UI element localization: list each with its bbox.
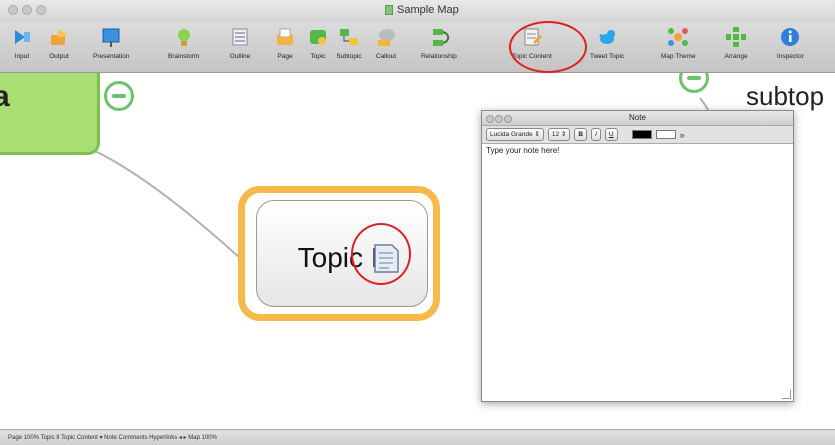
outline-icon	[227, 24, 253, 50]
toolbar-item-label: Outline	[229, 53, 251, 60]
note-panel: Note Lucida Grande ⇕ 12 ⇕ B I U » Type y…	[481, 110, 794, 402]
map-theme-icon	[665, 24, 691, 50]
note-text-area[interactable]: Type your note here!	[482, 144, 793, 157]
underline-button[interactable]: U	[604, 128, 618, 141]
document-icon	[385, 5, 393, 15]
toolbar-tweet-topic-button[interactable]: Tweet Topic	[590, 24, 624, 60]
toolbar-item-label: Output	[49, 53, 69, 60]
main-toolbar: Input Output Presentation Brainstorm Out…	[0, 22, 835, 73]
highlight-color-swatch[interactable]	[655, 130, 676, 139]
output-icon	[46, 24, 72, 50]
note-zoom-button[interactable]	[504, 115, 512, 123]
relationship-icon	[426, 24, 452, 50]
topic-icon	[305, 24, 331, 50]
status-bar: Page 100% Topic II Topic Content ▾ Note …	[0, 429, 835, 445]
toolbar-arrange-button[interactable]: Arrange	[723, 24, 749, 60]
toolbar-item-label: Tweet Topic	[590, 53, 625, 60]
toolbar-map-theme-button[interactable]: Map Theme	[661, 24, 696, 60]
toolbar-brainstorm-button[interactable]: Brainstorm	[168, 24, 199, 60]
toolbar-callout-button[interactable]: Callout	[373, 24, 399, 60]
twitter-bird-icon	[594, 24, 620, 50]
brainstorm-icon	[171, 24, 197, 50]
page-icon	[272, 24, 298, 50]
close-window-button[interactable]	[8, 5, 18, 15]
font-family-select[interactable]: Lucida Grande ⇕	[486, 128, 544, 141]
toolbar-input-button[interactable]: Input	[9, 24, 35, 60]
toolbar-item-label: Topic	[310, 53, 326, 60]
toolbar-item-label: Brainstorm	[168, 53, 200, 60]
toolbar-presentation-button[interactable]: Presentation	[93, 24, 130, 60]
toolbar-item-label: Input	[14, 53, 30, 60]
central-topic-label: lea	[0, 80, 10, 113]
toolbar-item-label: Callout	[375, 53, 397, 60]
map-canvas[interactable]: lea subtop Topic II Note Lucida Grande ⇕…	[0, 73, 835, 429]
bold-button[interactable]: B	[574, 128, 588, 141]
toolbar-relationship-button[interactable]: Relationship	[421, 24, 457, 60]
toolbar-subtopic-button[interactable]: Subtopic	[336, 24, 362, 60]
italic-button[interactable]: I	[591, 128, 601, 141]
toolbar-item-label: Presentation	[93, 53, 130, 60]
highlight-circle-note-icon	[351, 223, 411, 285]
note-title: Note	[629, 113, 646, 122]
toolbar-output-button[interactable]: Output	[46, 24, 72, 60]
central-topic[interactable]: lea	[0, 73, 100, 155]
note-format-toolbar: Lucida Grande ⇕ 12 ⇕ B I U »	[482, 126, 793, 144]
window-title: Sample Map	[385, 4, 459, 16]
zoom-window-button[interactable]	[36, 5, 46, 15]
window-title-text: Sample Map	[397, 4, 459, 16]
note-minimize-button[interactable]	[495, 115, 503, 123]
arrange-icon	[723, 24, 749, 50]
toolbar-item-label: Subtopic	[336, 53, 362, 60]
font-family-value: Lucida Grande	[490, 131, 533, 138]
note-placeholder: Type your note here!	[486, 146, 560, 155]
font-size-select[interactable]: 12 ⇕	[547, 128, 571, 141]
presentation-icon	[98, 24, 124, 50]
collapse-toggle[interactable]	[104, 81, 134, 111]
subtopic-icon	[336, 24, 362, 50]
more-options-chevron-icon[interactable]: »	[680, 130, 685, 140]
minimize-window-button[interactable]	[22, 5, 32, 15]
info-icon	[777, 24, 803, 50]
toolbar-outline-button[interactable]: Outline	[227, 24, 253, 60]
highlight-circle-topic-content	[509, 21, 587, 73]
callout-icon	[373, 24, 399, 50]
status-text: Page 100% Topic II Topic Content ▾ Note …	[8, 435, 217, 441]
toolbar-page-button[interactable]: Page	[272, 24, 298, 60]
resize-handle[interactable]	[782, 390, 791, 399]
font-size-value: 12	[551, 131, 560, 138]
toolbar-item-label: Page	[277, 53, 293, 60]
text-color-swatch[interactable]	[631, 130, 652, 139]
input-icon	[9, 24, 35, 50]
window-titlebar: Sample Map	[0, 0, 835, 23]
toolbar-topic-button[interactable]: Topic	[305, 24, 331, 60]
toolbar-item-label: Map Theme	[661, 53, 696, 60]
toolbar-item-label: Inspector	[777, 53, 804, 60]
toolbar-item-label: Arrange	[724, 53, 748, 60]
toolbar-inspector-button[interactable]: Inspector	[777, 24, 804, 60]
note-close-button[interactable]	[486, 115, 494, 123]
subtopic-label[interactable]: subtop	[746, 81, 824, 112]
toolbar-item-label: Relationship	[421, 53, 457, 60]
note-titlebar: Note	[482, 111, 793, 126]
